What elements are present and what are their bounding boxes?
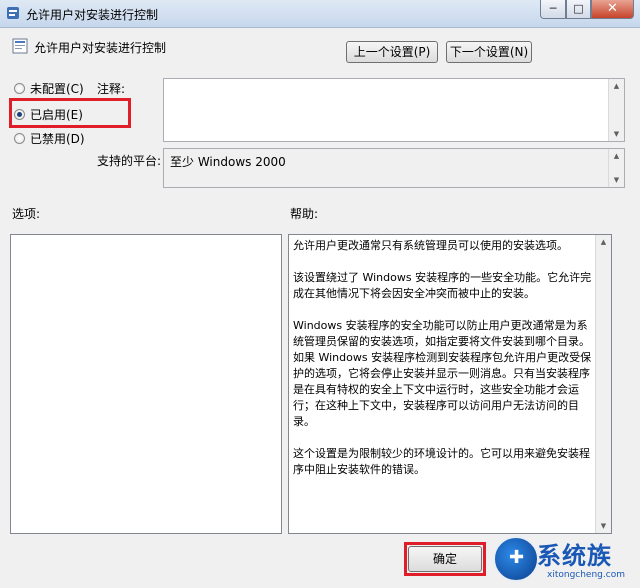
watermark-emblem-icon [493, 536, 539, 582]
watermark-logo: 系统族 xitongcheng.com [493, 532, 640, 588]
comment-label: 注释: [97, 82, 126, 96]
policy-name: 允许用户对安装进行控制 [34, 41, 167, 55]
radio-not-configured-label: 未配置(C) [30, 81, 84, 96]
comment-scrollbar[interactable]: ▲ ▼ [608, 79, 624, 141]
ok-highlight-box [404, 542, 486, 576]
enabled-highlight-box [9, 98, 131, 128]
help-paragraph: Windows 安装程序的安全功能可以防止用户更改通常是为系统管理员保留的安装选… [293, 319, 592, 428]
watermark-url: xitongcheng.com [547, 570, 625, 580]
help-paragraph: 该设置绕过了 Windows 安装程序的一些安全功能。它允许完成在其他情况下将会… [293, 271, 592, 300]
help-panel: 允许用户更改通常只有系统管理员可以使用的安装选项。 该设置绕过了 Windows… [288, 234, 612, 534]
help-text: 允许用户更改通常只有系统管理员可以使用的安装选项。 该设置绕过了 Windows… [293, 238, 595, 494]
scroll-down-icon[interactable]: ▼ [609, 127, 624, 141]
title-bar: 允许用户对安装进行控制 ─ □ ✕ [0, 0, 640, 28]
radio-not-configured[interactable]: 未配置(C) [14, 80, 84, 96]
scroll-down-icon[interactable]: ▼ [596, 519, 611, 533]
scroll-up-icon[interactable]: ▲ [596, 235, 611, 249]
next-setting-button[interactable]: 下一个设置(N) [446, 41, 532, 63]
supported-platform-label: 支持的平台: [97, 154, 162, 168]
previous-setting-button[interactable]: 上一个设置(P) [346, 41, 438, 63]
policy-app-icon [7, 7, 19, 19]
platform-scrollbar[interactable]: ▲ ▼ [608, 149, 624, 187]
help-paragraph: 允许用户更改通常只有系统管理员可以使用的安装选项。 [293, 239, 568, 252]
watermark-brand: 系统族 [537, 542, 612, 570]
close-button[interactable]: ✕ [591, 0, 634, 19]
help-paragraph: 这个设置是为限制较少的环境设计的。它可以用来避免安装程序中阻止安装软件的错误。 [293, 447, 590, 476]
help-scrollbar[interactable]: ▲ ▼ [595, 235, 611, 533]
radio-disabled[interactable]: 已禁用(D) [14, 130, 85, 146]
options-label: 选项: [12, 207, 41, 221]
window-title: 允许用户对安装进行控制 [26, 8, 159, 22]
radio-disabled-circle[interactable] [14, 132, 25, 144]
policy-setting-icon [12, 38, 28, 54]
minimize-button[interactable]: ─ [540, 0, 566, 19]
options-panel [10, 234, 282, 534]
scroll-down-icon[interactable]: ▼ [609, 173, 624, 187]
scroll-up-icon[interactable]: ▲ [609, 79, 624, 93]
supported-platform-field: 至少 Windows 2000 ▲ ▼ [163, 148, 625, 188]
maximize-button[interactable]: □ [566, 0, 591, 19]
help-label: 帮助: [290, 207, 319, 221]
supported-platform-value: 至少 Windows 2000 [170, 155, 286, 169]
comment-textarea[interactable]: ▲ ▼ [163, 78, 625, 142]
radio-not-configured-circle[interactable] [14, 82, 25, 94]
radio-disabled-label: 已禁用(D) [30, 131, 85, 146]
scroll-up-icon[interactable]: ▲ [609, 149, 624, 163]
